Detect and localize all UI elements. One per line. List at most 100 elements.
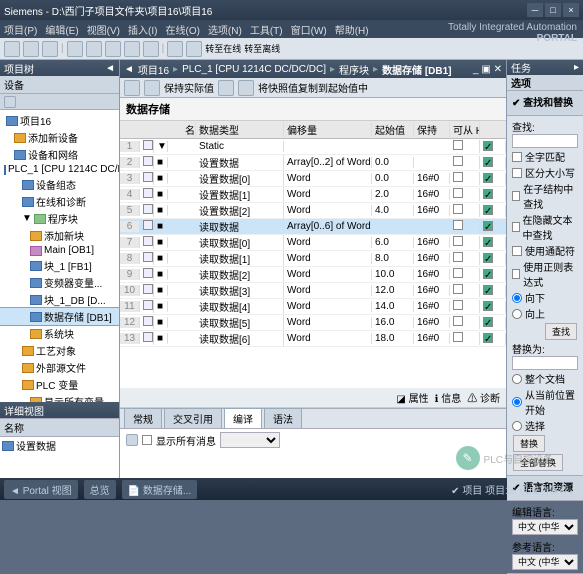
maximize-button[interactable]: □: [545, 3, 561, 17]
bc-blocks[interactable]: 程序块: [339, 62, 369, 77]
cb-case[interactable]: [512, 168, 522, 178]
find-replace-header[interactable]: ✔ 查找和替换: [512, 94, 578, 109]
table-row[interactable]: 3■设置数据[0]Word0.016#0✓: [120, 171, 506, 187]
cb-wildcard[interactable]: [512, 246, 522, 256]
cb-hidden[interactable]: [512, 222, 520, 232]
ctb-icon3[interactable]: [238, 80, 254, 96]
cb-whole-word[interactable]: [512, 152, 522, 162]
radio-selection[interactable]: [512, 421, 522, 431]
minimize-button[interactable]: －: [527, 3, 543, 17]
table-row[interactable]: 4■设置数据[1]Word2.016#0✓: [120, 187, 506, 203]
tree-item[interactable]: 块_1_DB [D...: [0, 291, 119, 308]
keep-actual-values[interactable]: 保持实际值: [164, 80, 214, 95]
table-row[interactable]: 9■读取数据[2]Word10.016#0✓: [120, 267, 506, 283]
overview-tab[interactable]: 总览: [84, 480, 116, 499]
cb-regex[interactable]: [512, 269, 520, 279]
menu-online[interactable]: 在线(O): [165, 22, 199, 37]
tab-properties[interactable]: ◪ 属性: [396, 390, 428, 405]
db-tab[interactable]: 📄 数据存储...: [122, 480, 198, 499]
menu-window[interactable]: 窗口(W): [291, 22, 327, 37]
tab-diag[interactable]: ⚠ 诊断: [467, 390, 500, 405]
bc-plc[interactable]: PLC_1 [CPU 1214C DC/DC/DC]: [182, 64, 326, 75]
table-row[interactable]: 13■读取数据[6]Word18.016#0✓: [120, 331, 506, 347]
ctb-icon2[interactable]: [144, 80, 160, 96]
show-all-checkbox[interactable]: [142, 435, 152, 445]
menu-edit[interactable]: 编辑(E): [45, 22, 78, 37]
paste-icon[interactable]: [105, 41, 121, 57]
redo-icon[interactable]: [143, 41, 159, 57]
radio-up[interactable]: [512, 309, 522, 319]
menu-project[interactable]: 项目(P): [4, 22, 37, 37]
tree-item[interactable]: 设备和网络: [0, 146, 119, 163]
tree-item[interactable]: 外部源文件: [0, 359, 119, 376]
btab-xref[interactable]: 交叉引用: [164, 408, 222, 429]
project-tree[interactable]: 项目16添加新设备设备和网络PLC_1 [CPU 1214C DC/DC/...…: [0, 110, 119, 402]
find-input[interactable]: [512, 134, 578, 148]
tree-item[interactable]: PLC_1 [CPU 1214C DC/DC/...]: [0, 163, 119, 176]
tree-item[interactable]: PLC 变量: [0, 376, 119, 393]
radio-down[interactable]: [512, 293, 522, 303]
radio-whole-doc[interactable]: [512, 374, 522, 384]
msg-filter-icon[interactable]: [126, 434, 138, 446]
portal-view-tab[interactable]: ◄ Portal 视图: [4, 480, 78, 499]
bc-back-icon[interactable]: ◄: [124, 64, 134, 75]
table-row[interactable]: 7■读取数据[0]Word6.016#0✓: [120, 235, 506, 251]
tab-info[interactable]: ℹ 信息: [435, 390, 462, 405]
tree-tool-icon[interactable]: [4, 96, 16, 108]
menu-insert[interactable]: 插入(I): [128, 22, 157, 37]
msg-filter-select[interactable]: [220, 432, 280, 448]
copy-icon[interactable]: [86, 41, 102, 57]
close-button[interactable]: ×: [563, 3, 579, 17]
find-button[interactable]: 查找: [545, 323, 577, 340]
btab-syntax[interactable]: 语法: [264, 408, 302, 429]
tree-item[interactable]: 数据存储 [DB1]: [0, 308, 119, 325]
devices-tab[interactable]: 设备: [4, 77, 24, 92]
compile-icon[interactable]: [167, 41, 183, 57]
cut-icon[interactable]: [67, 41, 83, 57]
btab-general[interactable]: 常规: [124, 408, 162, 429]
table-row[interactable]: 11■读取数据[4]Word14.016#0✓: [120, 299, 506, 315]
tree-item[interactable]: 设备组态: [0, 176, 119, 193]
copy-snapshot[interactable]: 将快照值复制到起始值中: [258, 80, 368, 95]
table-row[interactable]: 5■设置数据[2]Word4.016#0✓: [120, 203, 506, 219]
tree-item[interactable]: Main [OB1]: [0, 244, 119, 257]
btab-compile[interactable]: 编译: [224, 408, 262, 429]
collapse-icon[interactable]: ◄: [105, 63, 115, 74]
open-icon[interactable]: [23, 41, 39, 57]
tree-item[interactable]: 显示所有变量: [0, 393, 119, 402]
data-grid[interactable]: 名称数据类型偏移量起始值保持可从 H... 1▼Static✓2■设置数据Arr…: [120, 121, 506, 388]
new-icon[interactable]: [4, 41, 20, 57]
editor-window-controls[interactable]: _ ▣ ✕: [473, 64, 502, 75]
tree-item[interactable]: ▼ 程序块: [0, 210, 119, 227]
tree-item[interactable]: 项目16: [0, 112, 119, 129]
tree-item[interactable]: 块_1 [FB1]: [0, 257, 119, 274]
download-icon[interactable]: [186, 41, 202, 57]
tree-item[interactable]: 添加新设备: [0, 129, 119, 146]
table-row[interactable]: 12■读取数据[5]Word16.016#0✓: [120, 315, 506, 331]
tree-item[interactable]: 变频器变量...: [0, 274, 119, 291]
tasks-collapse-icon[interactable]: ▸: [574, 62, 579, 73]
snapshot-icon[interactable]: [218, 80, 234, 96]
tree-item[interactable]: 在线和诊断: [0, 193, 119, 210]
table-row[interactable]: 8■读取数据[1]Word8.016#0✓: [120, 251, 506, 267]
undo-icon[interactable]: [124, 41, 140, 57]
detail-item[interactable]: 设置数据: [16, 438, 56, 453]
tree-item[interactable]: 工艺对象: [0, 342, 119, 359]
bc-project[interactable]: 项目16: [138, 62, 169, 77]
tree-item[interactable]: 系统块: [0, 325, 119, 342]
menu-help[interactable]: 帮助(H): [335, 22, 369, 37]
edit-lang-select[interactable]: 中文 (中华人民共和国): [512, 519, 578, 535]
ctb-icon1[interactable]: [124, 80, 140, 96]
menu-options[interactable]: 选项(N): [208, 22, 242, 37]
save-icon[interactable]: [42, 41, 58, 57]
cb-substructure[interactable]: [512, 191, 520, 201]
menu-tools[interactable]: 工具(T): [250, 22, 283, 37]
menu-view[interactable]: 视图(V): [87, 22, 120, 37]
replace-input[interactable]: [512, 356, 578, 370]
radio-from-pos[interactable]: [512, 397, 522, 407]
ref-lang-select[interactable]: 中文 (中华人民共和国): [512, 554, 578, 570]
tree-item[interactable]: 添加新块: [0, 227, 119, 244]
table-row[interactable]: 10■读取数据[3]Word12.016#0✓: [120, 283, 506, 299]
table-row[interactable]: 1▼Static✓: [120, 139, 506, 155]
table-row[interactable]: 6■读取数据Array[0..6] of Word ▼✓: [120, 219, 506, 235]
